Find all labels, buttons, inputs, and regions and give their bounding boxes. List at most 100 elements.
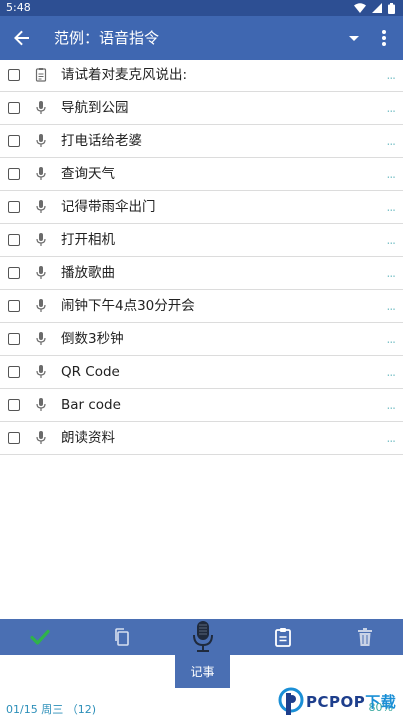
wifi-icon <box>354 3 366 13</box>
item-type-icon <box>34 331 48 347</box>
watermark-text: PCPOP下载 <box>306 691 396 712</box>
item-more-button[interactable]: ... <box>387 422 397 454</box>
mic-icon <box>36 200 46 213</box>
bottom-toolbar <box>0 619 403 655</box>
overflow-menu-button[interactable] <box>374 26 394 50</box>
copy-button[interactable] <box>110 625 134 649</box>
pcpop-logo-icon <box>278 687 304 715</box>
dropdown-button[interactable] <box>344 28 364 48</box>
list-item[interactable]: 打电话给老婆... <box>0 125 403 158</box>
item-label: 记得带雨伞出门 <box>61 199 156 215</box>
back-button[interactable] <box>10 26 34 50</box>
list-item[interactable]: 记得带雨伞出门... <box>0 191 403 224</box>
list-item[interactable]: 播放歌曲... <box>0 257 403 290</box>
mic-icon <box>36 332 46 345</box>
status-icons <box>354 2 395 14</box>
clipboard-button[interactable] <box>271 625 295 649</box>
item-label: 闹钟下午4点30分开会 <box>61 298 195 314</box>
item-checkbox[interactable] <box>8 102 20 114</box>
list-item[interactable]: 倒数3秒钟... <box>0 323 403 356</box>
delete-button[interactable] <box>353 625 377 649</box>
clipboard-icon <box>275 628 291 647</box>
item-more-button[interactable]: ... <box>387 224 397 256</box>
item-label: 朗读资料 <box>61 430 115 446</box>
item-type-icon <box>34 298 48 314</box>
list-item[interactable]: 朗读资料... <box>0 422 403 455</box>
item-checkbox[interactable] <box>8 201 20 213</box>
mic-icon <box>36 134 46 147</box>
item-type-icon <box>34 67 48 83</box>
command-list: 请试着对麦克风说出:... 导航到公园... 打电话给老婆... 查询天气... 记得带… <box>0 59 403 455</box>
mic-icon <box>36 398 46 411</box>
item-more-button[interactable]: ... <box>387 389 397 421</box>
microphone-button[interactable] <box>190 620 216 654</box>
item-label: Bar code <box>61 397 121 413</box>
item-type-icon <box>34 199 48 215</box>
list-item[interactable]: QR Code... <box>0 356 403 389</box>
item-checkbox[interactable] <box>8 366 20 378</box>
item-more-button[interactable]: ... <box>387 356 397 388</box>
list-item[interactable]: 请试着对麦克风说出:... <box>0 59 403 92</box>
mic-icon <box>36 167 46 180</box>
item-checkbox[interactable] <box>8 168 20 180</box>
footer-date: 01/15 周三 （12) <box>6 703 96 716</box>
item-more-button[interactable]: ... <box>387 125 397 157</box>
watermark-main: PCPOP <box>306 693 366 711</box>
mic-icon <box>36 233 46 246</box>
item-checkbox[interactable] <box>8 300 20 312</box>
item-more-button[interactable]: ... <box>387 323 397 355</box>
item-checkbox[interactable] <box>8 234 20 246</box>
status-bar: 5:48 <box>0 0 403 16</box>
item-label: 导航到公园 <box>61 100 129 116</box>
item-more-button[interactable]: ... <box>387 92 397 124</box>
item-more-button[interactable]: ... <box>387 59 397 91</box>
item-type-icon <box>34 166 48 182</box>
copy-icon <box>115 628 129 646</box>
item-more-button[interactable]: ... <box>387 257 397 289</box>
item-checkbox[interactable] <box>8 267 20 279</box>
app-bar: 范例：语音指令 <box>0 16 403 60</box>
item-checkbox[interactable] <box>8 432 20 444</box>
item-type-icon <box>34 232 48 248</box>
item-checkbox[interactable] <box>8 135 20 147</box>
caret-down-icon <box>349 36 359 41</box>
mic-icon <box>36 365 46 378</box>
item-checkbox[interactable] <box>8 333 20 345</box>
mic-icon <box>36 266 46 279</box>
microphone-icon <box>193 621 213 652</box>
item-more-button[interactable]: ... <box>387 158 397 190</box>
list-item[interactable]: 打开相机... <box>0 224 403 257</box>
item-type-icon <box>34 397 48 413</box>
battery-icon <box>388 2 395 14</box>
item-label: 请试着对麦克风说出: <box>61 67 188 83</box>
check-button[interactable] <box>28 625 52 649</box>
item-label: 打电话给老婆 <box>61 133 142 149</box>
item-type-icon <box>34 100 48 116</box>
item-more-button[interactable]: ... <box>387 191 397 223</box>
signal-icon <box>372 3 382 13</box>
mic-icon <box>36 431 46 444</box>
mic-icon <box>36 101 46 114</box>
item-type-icon <box>34 364 48 380</box>
page-title: 范例：语音指令 <box>54 29 160 47</box>
item-type-icon <box>34 265 48 281</box>
note-button[interactable]: 记事 <box>175 655 230 688</box>
item-checkbox[interactable] <box>8 69 20 81</box>
trash-icon <box>358 628 372 646</box>
item-label: 查询天气 <box>61 166 115 182</box>
item-label: 打开相机 <box>61 232 115 248</box>
watermark-logo: PCPOP下载 <box>278 683 403 720</box>
item-type-icon <box>34 430 48 446</box>
item-checkbox[interactable] <box>8 399 20 411</box>
list-item[interactable]: 闹钟下午4点30分开会... <box>0 290 403 323</box>
item-label: 倒数3秒钟 <box>61 331 124 347</box>
list-item[interactable]: 导航到公园... <box>0 92 403 125</box>
list-item[interactable]: 查询天气... <box>0 158 403 191</box>
status-time: 5:48 <box>6 1 31 14</box>
note-icon <box>35 68 47 82</box>
list-item[interactable]: Bar code... <box>0 389 403 422</box>
item-label: QR Code <box>61 364 120 380</box>
item-more-button[interactable]: ... <box>387 290 397 322</box>
item-label: 播放歌曲 <box>61 265 115 281</box>
mic-icon <box>36 299 46 312</box>
